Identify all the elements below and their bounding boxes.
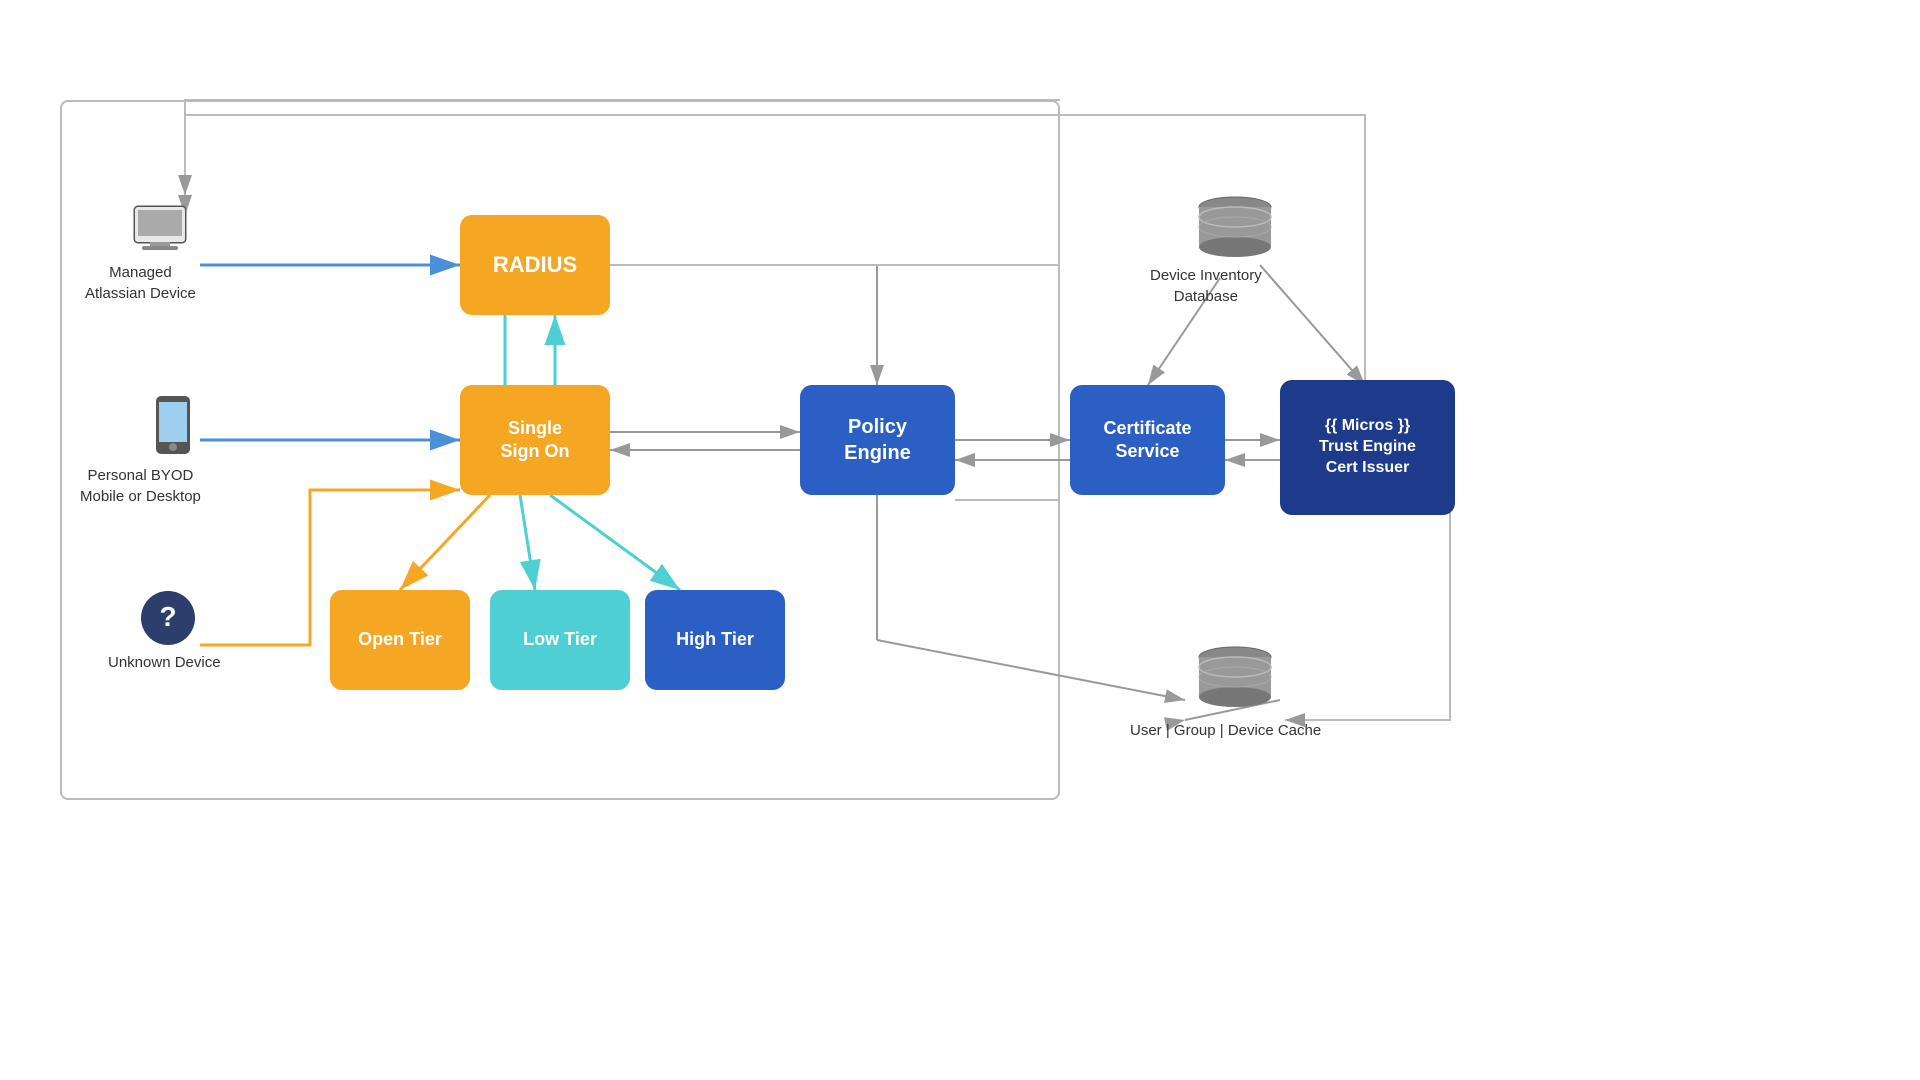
low-tier-node: Low Tier	[490, 590, 630, 690]
open-tier-node: Open Tier	[330, 590, 470, 690]
device-inventory-db-icon	[1195, 195, 1275, 265]
high-tier-node: High Tier	[645, 590, 785, 690]
certificate-service-node: CertificateService	[1070, 385, 1225, 495]
device-inventory-db-label: Device InventoryDatabase	[1150, 265, 1262, 307]
user-group-cache-icon	[1195, 645, 1275, 715]
trust-engine-node: {{ Micros }}Trust EngineCert Issuer	[1280, 380, 1455, 515]
diagram-container: ManagedAtlassian Device Personal BYODMob…	[0, 0, 1920, 1080]
managed-device-icon	[120, 200, 200, 260]
unknown-device-label: Unknown Device	[108, 652, 221, 673]
user-group-cache-label: User | Group | Device Cache	[1130, 720, 1321, 741]
svg-text:?: ?	[159, 601, 176, 632]
managed-device-label: ManagedAtlassian Device	[85, 262, 196, 304]
byod-device-icon	[148, 390, 198, 460]
policy-engine-node: PolicyEngine	[800, 385, 955, 495]
radius-node: RADIUS	[460, 215, 610, 315]
sso-node: SingleSign On	[460, 385, 610, 495]
unknown-device-icon: ?	[138, 588, 198, 648]
byod-device-label: Personal BYODMobile or Desktop	[80, 465, 201, 507]
